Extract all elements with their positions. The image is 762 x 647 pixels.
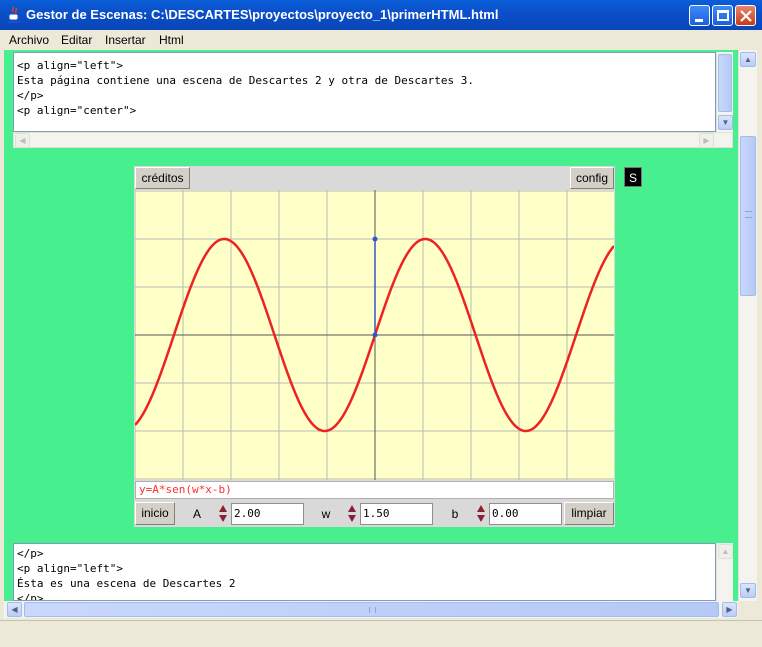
menu-archivo[interactable]: Archivo — [9, 33, 49, 47]
main-vscroll[interactable]: ▲ ▼ — [738, 50, 757, 601]
spin-up-icon[interactable] — [477, 505, 485, 512]
java-cup-icon — [8, 6, 20, 23]
grip-icon — [745, 211, 752, 218]
scroll-left-icon[interactable]: ◀ — [15, 133, 30, 148]
main-hscroll[interactable]: ◀ ▶ — [4, 601, 738, 618]
menu-editar[interactable]: Editar — [61, 33, 92, 47]
spin-down-icon[interactable] — [348, 515, 356, 522]
marker-point[interactable] — [372, 236, 378, 242]
spin-up-icon[interactable] — [348, 505, 356, 512]
title-bar[interactable]: Gestor de Escenas: C:\DESCARTES\proyecto… — [0, 0, 762, 30]
editor-line: <p align="center"> — [17, 104, 137, 117]
scroll-down-icon[interactable]: ▼ — [718, 115, 733, 130]
creditos-button[interactable]: créditos — [135, 167, 190, 189]
minimize-button[interactable] — [689, 5, 710, 26]
editor-line: </p> — [17, 547, 44, 560]
window-title: Gestor de Escenas: C:\DESCARTES\proyecto… — [26, 7, 499, 22]
graph-area[interactable] — [135, 190, 614, 480]
bottom-editor-vscroll[interactable]: ▲ — [716, 543, 733, 601]
spin-down-icon[interactable] — [219, 515, 227, 522]
top-editor-vscroll[interactable]: ▼ — [716, 52, 733, 132]
grip-icon — [369, 607, 376, 613]
scroll-thumb[interactable] — [718, 54, 732, 112]
bottom-html-editor[interactable]: </p> <p align="left"> Ésta es una escena… — [13, 543, 716, 601]
scroll-up-icon[interactable]: ▲ — [718, 544, 733, 559]
menu-insertar[interactable]: Insertar — [105, 33, 146, 47]
close-icon — [740, 10, 752, 22]
editor-line: </p> — [17, 592, 44, 601]
editor-line: Ésta es una escena de Descartes 2 — [17, 577, 236, 590]
editor-line: Esta página contiene una escena de Desca… — [17, 74, 474, 87]
limpiar-button[interactable]: limpiar — [564, 502, 614, 525]
spin-down-icon[interactable] — [477, 515, 485, 522]
maximize-icon — [717, 10, 729, 21]
status-bar — [0, 620, 762, 647]
inicio-button[interactable]: inicio — [135, 502, 175, 525]
main-scroll-up-icon[interactable]: ▲ — [740, 52, 756, 67]
menu-bar: Archivo Editar Insertar Html — [0, 30, 762, 50]
control-a-field[interactable]: 2.00 — [231, 503, 304, 525]
top-editor-hscroll[interactable]: ◀ ▶ — [13, 132, 733, 148]
close-button[interactable] — [735, 5, 756, 26]
spin-up-icon[interactable] — [219, 505, 227, 512]
config-button[interactable]: config — [570, 167, 614, 189]
main-scroll-down-icon[interactable]: ▼ — [740, 583, 756, 598]
formula-label: y=A*sen(w*x-b) — [135, 481, 614, 499]
maximize-button[interactable] — [712, 5, 733, 26]
marker-point[interactable] — [372, 332, 378, 338]
editor-line: <p align="left"> — [17, 59, 123, 72]
sine-plot — [135, 190, 614, 480]
control-b-spinner[interactable] — [476, 503, 487, 525]
control-w-spinner[interactable] — [347, 503, 358, 525]
menu-html[interactable]: Html — [159, 33, 184, 47]
editor-line: </p> — [17, 89, 44, 102]
control-b-field[interactable]: 0.00 — [489, 503, 562, 525]
s-button[interactable]: S — [624, 167, 642, 187]
main-hscroll-thumb[interactable] — [24, 602, 719, 617]
main-scroll-left-icon[interactable]: ◀ — [7, 602, 22, 617]
editor-line: <p align="left"> — [17, 562, 123, 575]
main-scroll-right-icon[interactable]: ▶ — [722, 602, 737, 617]
control-w-field[interactable]: 1.50 — [360, 503, 433, 525]
minimize-icon — [695, 19, 703, 22]
control-a-label: A — [177, 503, 217, 525]
control-a-spinner[interactable] — [218, 503, 229, 525]
main-scroll-thumb[interactable] — [740, 136, 756, 296]
control-w-label: w — [306, 503, 346, 525]
control-b-label: b — [435, 503, 475, 525]
scroll-right-icon[interactable]: ▶ — [699, 133, 714, 148]
top-html-editor[interactable]: <p align="left"> Esta página contiene un… — [13, 52, 716, 132]
